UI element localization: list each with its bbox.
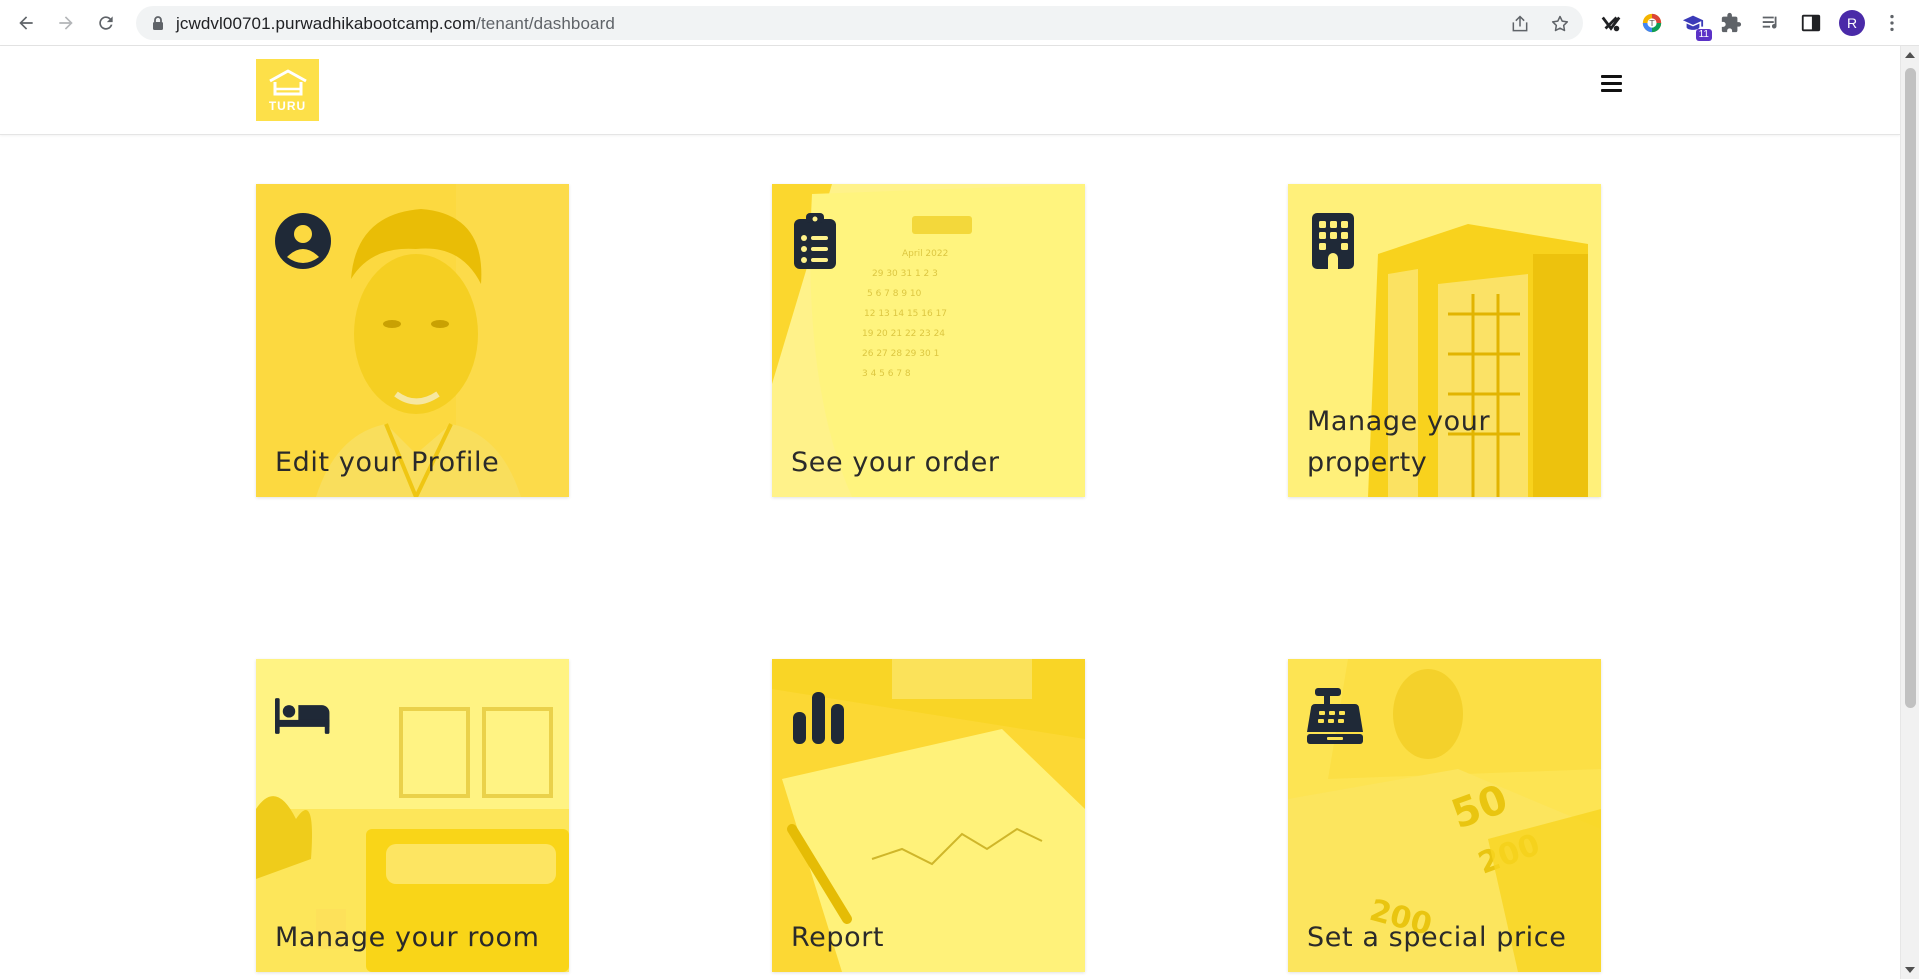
bed-icon: [275, 698, 330, 734]
extension-badge: 11: [1695, 29, 1712, 41]
svg-text:19 20 21 22 23 24: 19 20 21 22 23 24: [862, 329, 945, 339]
more-menu-icon[interactable]: [1879, 10, 1905, 36]
reload-button[interactable]: [92, 9, 120, 37]
scroll-up-arrow-icon[interactable]: [1905, 52, 1915, 58]
profile-avatar[interactable]: R: [1839, 10, 1865, 36]
card-title: Manage your property: [1307, 406, 1491, 478]
url-host: jcwdvl00701.purwadhikabootcamp.com: [176, 14, 477, 33]
card-title: Report: [791, 922, 885, 953]
forward-button[interactable]: [52, 9, 80, 37]
logo-text: TURU: [268, 98, 307, 113]
extension-graduation-icon[interactable]: 11: [1680, 10, 1712, 41]
scrollbar-thumb[interactable]: [1905, 68, 1916, 708]
site-logo[interactable]: TURU: [256, 59, 319, 121]
lock-icon: [153, 16, 163, 30]
media-queue-icon[interactable]: [1758, 10, 1784, 36]
url-path: /tenant/dashboard: [476, 14, 615, 33]
clipboard-list-icon: [794, 213, 836, 269]
svg-text:T: T: [1648, 18, 1655, 28]
site-header: TURU: [0, 46, 1900, 135]
address-bar[interactable]: jcwdvl00701.purwadhikabootcamp.com/tenan…: [136, 6, 1583, 40]
svg-text:5 6 7 8 9 10: 5 6 7 8 9 10: [867, 289, 922, 299]
share-icon[interactable]: [1510, 14, 1530, 34]
card-title: Edit your Profile: [275, 447, 500, 478]
card-see-order[interactable]: April 2022 29 30 31 1 2 3 5 6 7 8 9 10 1…: [772, 184, 1085, 497]
svg-text:26 27 28 29 30 1: 26 27 28 29 30 1: [862, 349, 939, 359]
back-button[interactable]: [12, 9, 40, 37]
building-icon: [1312, 213, 1354, 269]
bookmark-star-icon[interactable]: [1550, 14, 1570, 34]
svg-text:29 30 31 1 2 3: 29 30 31 1 2 3: [872, 269, 938, 279]
bar-chart-icon: [793, 692, 844, 744]
scroll-down-arrow-icon[interactable]: [1905, 967, 1915, 973]
extension-dark-icon[interactable]: [1598, 10, 1624, 36]
card-edit-profile[interactable]: Edit your Profile: [256, 184, 569, 497]
arrow-right-icon: [59, 16, 73, 30]
card-title: Manage your room: [275, 922, 540, 953]
browser-toolbar: jcwdvl00701.purwadhikabootcamp.com/tenan…: [0, 0, 1919, 46]
arrow-left-icon: [19, 16, 33, 30]
url-text: jcwdvl00701.purwadhikabootcamp.com/tenan…: [176, 14, 615, 34]
extensions-puzzle-icon[interactable]: [1718, 10, 1744, 36]
card-title: Set a special price: [1307, 922, 1567, 953]
card-title: See your order: [791, 447, 1000, 478]
user-circle-icon: [275, 213, 331, 269]
card-special-price[interactable]: 50 200 200 Set a special price: [1288, 659, 1601, 972]
cash-register-icon: [1307, 688, 1363, 744]
card-manage-property[interactable]: Manage your property: [1288, 184, 1601, 497]
svg-text:April 2022: April 2022: [902, 249, 948, 259]
card-manage-room[interactable]: Manage your room: [256, 659, 569, 972]
page-scrollbar[interactable]: [1900, 46, 1919, 979]
extension-color-wheel-icon[interactable]: T: [1639, 10, 1665, 36]
svg-text:3 4 5 6 7 8: 3 4 5 6 7 8: [862, 369, 911, 379]
card-report[interactable]: Report: [772, 659, 1085, 972]
svg-text:12 13 14 15 16 17: 12 13 14 15 16 17: [864, 309, 947, 319]
reload-icon: [99, 16, 113, 30]
side-panel-icon[interactable]: [1798, 10, 1824, 36]
menu-hamburger-button[interactable]: [1600, 71, 1624, 95]
house-logo-icon: [268, 69, 307, 95]
